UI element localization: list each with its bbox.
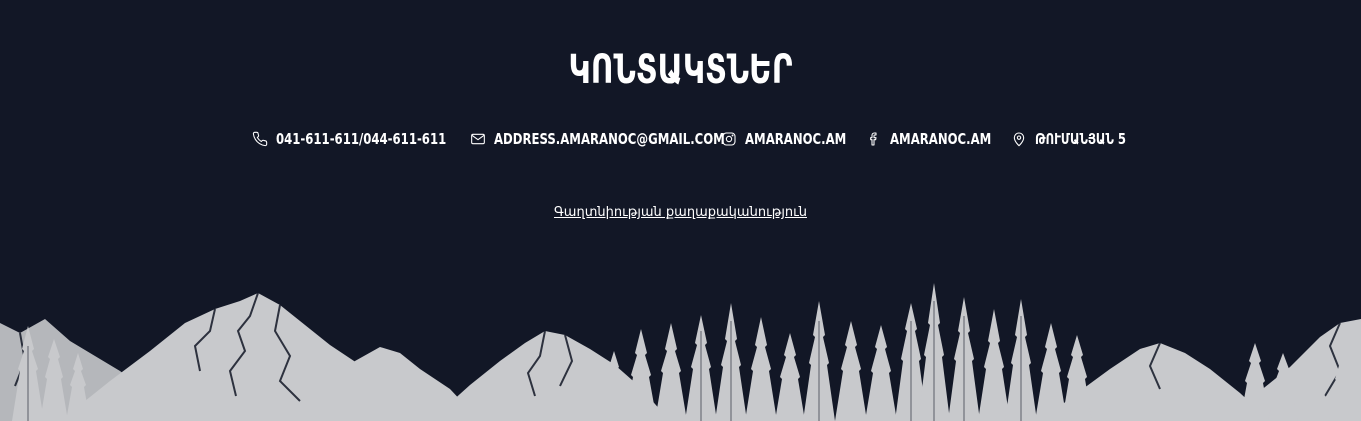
contact-instagram-label: AMARANOC.AM [745,130,847,148]
contact-facebook-link[interactable]: AMARANOC.AM [866,127,1020,151]
facebook-icon [866,131,882,147]
contact-facebook-label: AMARANOC.AM [890,130,992,148]
contact-instagram-link[interactable]: AMARANOC.AM [721,127,875,151]
contact-phone-label: 041-611-611/044-611-611 [276,130,447,148]
location-pin-icon [1011,131,1027,147]
mountain-forest-illustration [0,283,1361,421]
mail-icon [470,131,486,147]
phone-icon [252,131,268,147]
contact-phone-link[interactable]: 041-611-611/044-611-611 [252,127,494,151]
privacy-policy-link[interactable]: Գաղտնիության քաղաքականություն [554,205,807,220]
contact-address-link[interactable]: ԹՈՒՄԱՆՅԱՆ 5 [1011,127,1152,151]
contact-address-label: ԹՈՒՄԱՆՅԱՆ 5 [1035,130,1127,148]
instagram-icon [721,131,737,147]
privacy-row: Գաղտնիության քաղաքականություն [0,203,1361,223]
contacts-section: ԿՈՆՏԱԿՏՆԵՐ 041-611-611/044-611-611 ADDRE… [0,0,1361,421]
section-title: ԿՈՆՏԱԿՏՆԵՐ [568,47,793,93]
contact-email-label: ADDRESS.AMARANOC@GMAIL.COM [494,130,725,148]
